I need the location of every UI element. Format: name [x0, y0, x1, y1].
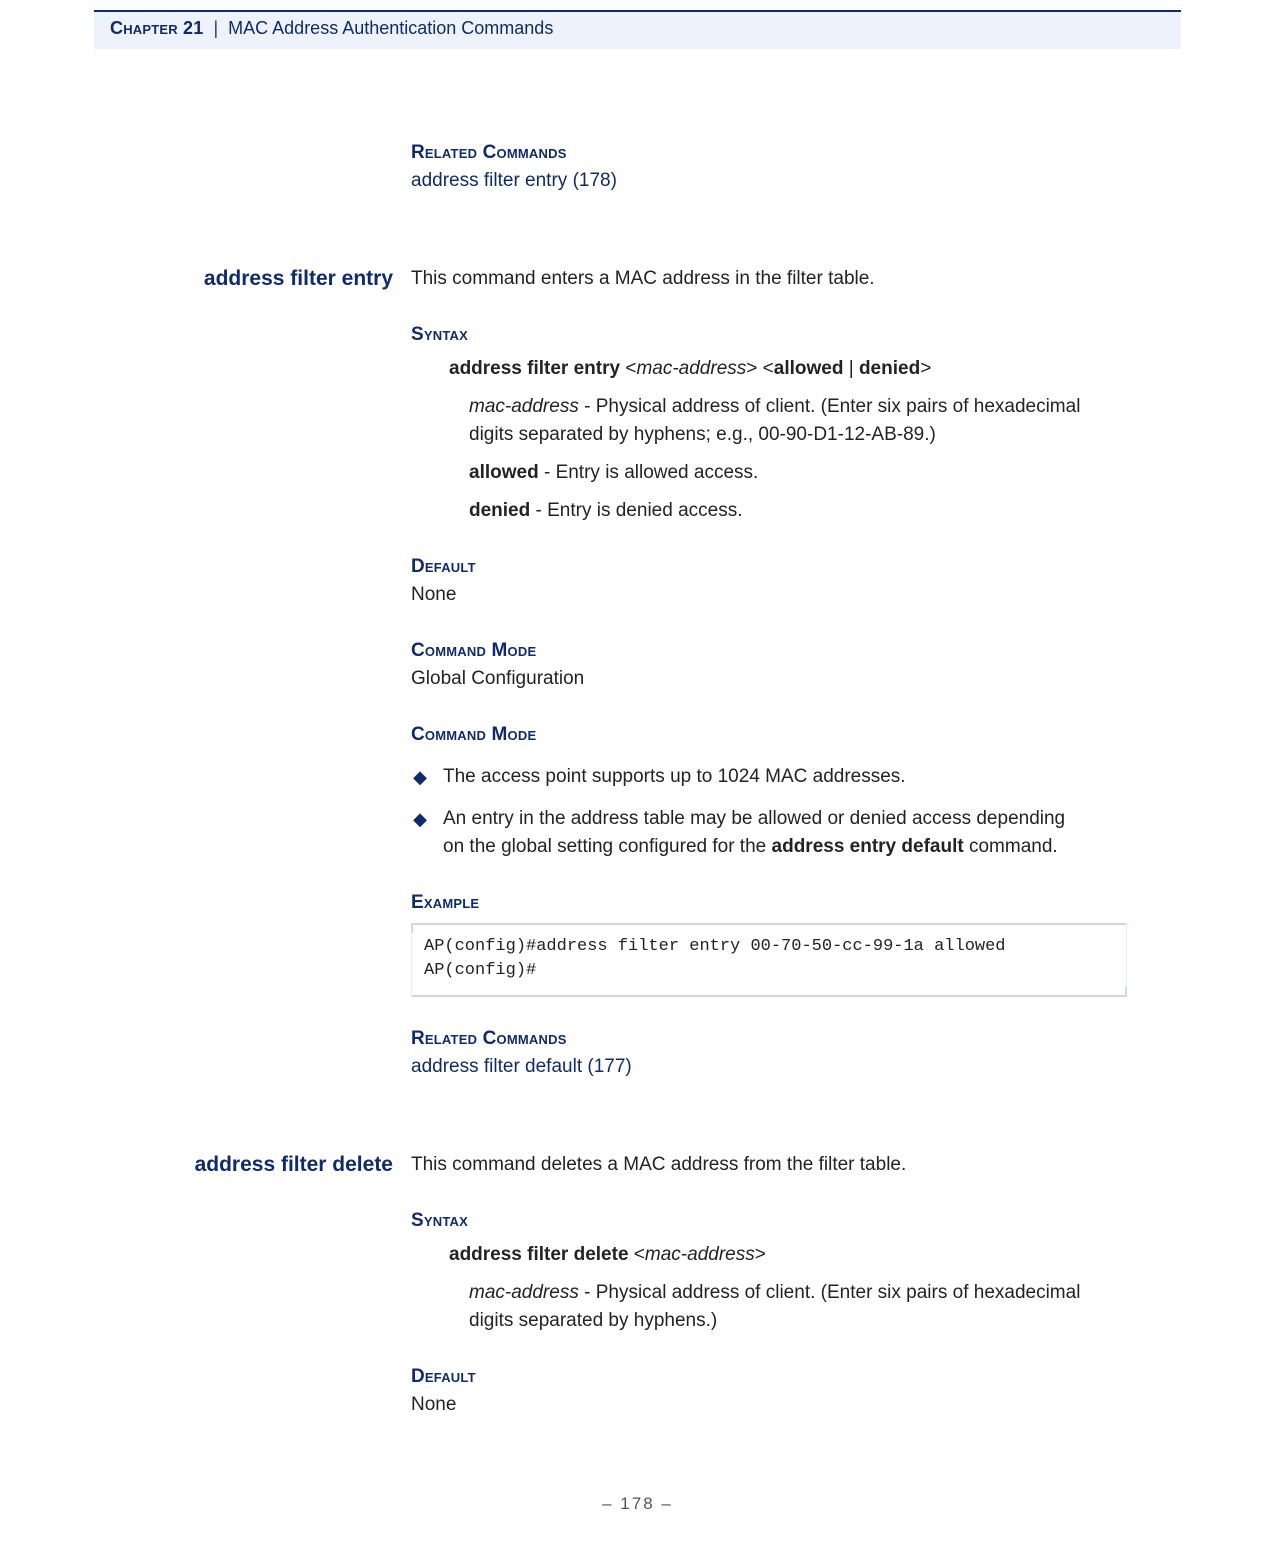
page-number: – 178 – [0, 1494, 1275, 1514]
usage-text: The access point supports up to 1024 MAC… [443, 763, 1071, 791]
command-summary: This command enters a MAC address in the… [411, 265, 1091, 293]
syntax-gt-lt: > < [746, 358, 773, 379]
usage-bullet: ◆ An entry in the address table may be a… [411, 805, 1071, 861]
chapter-label: Chapter 21 [110, 18, 203, 39]
param-desc: - Entry is allowed access. [539, 462, 759, 483]
related-commands-link[interactable]: address filter default (177) [411, 1053, 1181, 1081]
syntax-arg-mac: mac-address [645, 1244, 755, 1265]
related-commands-heading: Related Commands [411, 139, 1181, 167]
syntax-param: denied - Entry is denied access. [469, 497, 1109, 525]
usage-bullet: ◆ The access point supports up to 1024 M… [411, 763, 1071, 791]
syntax-heading: Syntax [411, 1207, 1181, 1235]
syntax-pipe: | [843, 358, 859, 379]
syntax-lt: < [629, 1244, 645, 1265]
command-mode-heading: Command Mode [411, 637, 1181, 665]
param-term: mac-address [469, 396, 579, 417]
syntax-lt: < [620, 358, 636, 379]
page-header: Chapter 21 | MAC Address Authentication … [94, 12, 1181, 49]
command-name-delete: address filter delete [94, 1151, 393, 1179]
syntax-param: mac-address - Physical address of client… [469, 393, 1109, 449]
chapter-title: MAC Address Authentication Commands [228, 18, 553, 39]
syntax-opt-allowed: allowed [774, 358, 844, 379]
default-heading: Default [411, 1363, 1181, 1391]
example-heading: Example [411, 889, 1181, 917]
usage-heading: Command Mode [411, 721, 1181, 749]
default-value: None [411, 1391, 1181, 1419]
syntax-line: address filter delete <mac-address> [449, 1241, 1129, 1269]
syntax-param: mac-address - Physical address of client… [469, 1279, 1109, 1335]
diamond-icon: ◆ [411, 805, 429, 861]
related-commands-heading: Related Commands [411, 1025, 1181, 1053]
syntax-cmd: address filter entry [449, 358, 620, 379]
syntax-gt: > [755, 1244, 766, 1265]
syntax-cmd: address filter delete [449, 1244, 629, 1265]
param-desc: - Entry is denied access. [530, 500, 742, 521]
syntax-gt2: > [920, 358, 931, 379]
usage-inline-bold: address entry default [772, 836, 964, 857]
command-summary: This command deletes a MAC address from … [411, 1151, 1091, 1179]
param-term: denied [469, 500, 530, 521]
example-code: AP(config)#address filter entry 00-70-50… [411, 923, 1127, 997]
diamond-icon: ◆ [411, 763, 429, 791]
param-term: allowed [469, 462, 539, 483]
syntax-line: address filter entry <mac-address> <allo… [449, 355, 1129, 383]
header-separator: | [213, 18, 218, 39]
usage-suffix: command. [964, 836, 1058, 857]
default-value: None [411, 581, 1181, 609]
related-commands-link[interactable]: address filter entry (178) [411, 167, 1181, 195]
command-name-entry: address filter entry [94, 265, 393, 293]
syntax-param: allowed - Entry is allowed access. [469, 459, 1109, 487]
syntax-opt-denied: denied [859, 358, 920, 379]
param-term: mac-address [469, 1282, 579, 1303]
usage-text: An entry in the address table may be all… [443, 805, 1071, 861]
default-heading: Default [411, 553, 1181, 581]
syntax-heading: Syntax [411, 321, 1181, 349]
syntax-arg-mac: mac-address [636, 358, 746, 379]
command-mode-value: Global Configuration [411, 665, 1181, 693]
